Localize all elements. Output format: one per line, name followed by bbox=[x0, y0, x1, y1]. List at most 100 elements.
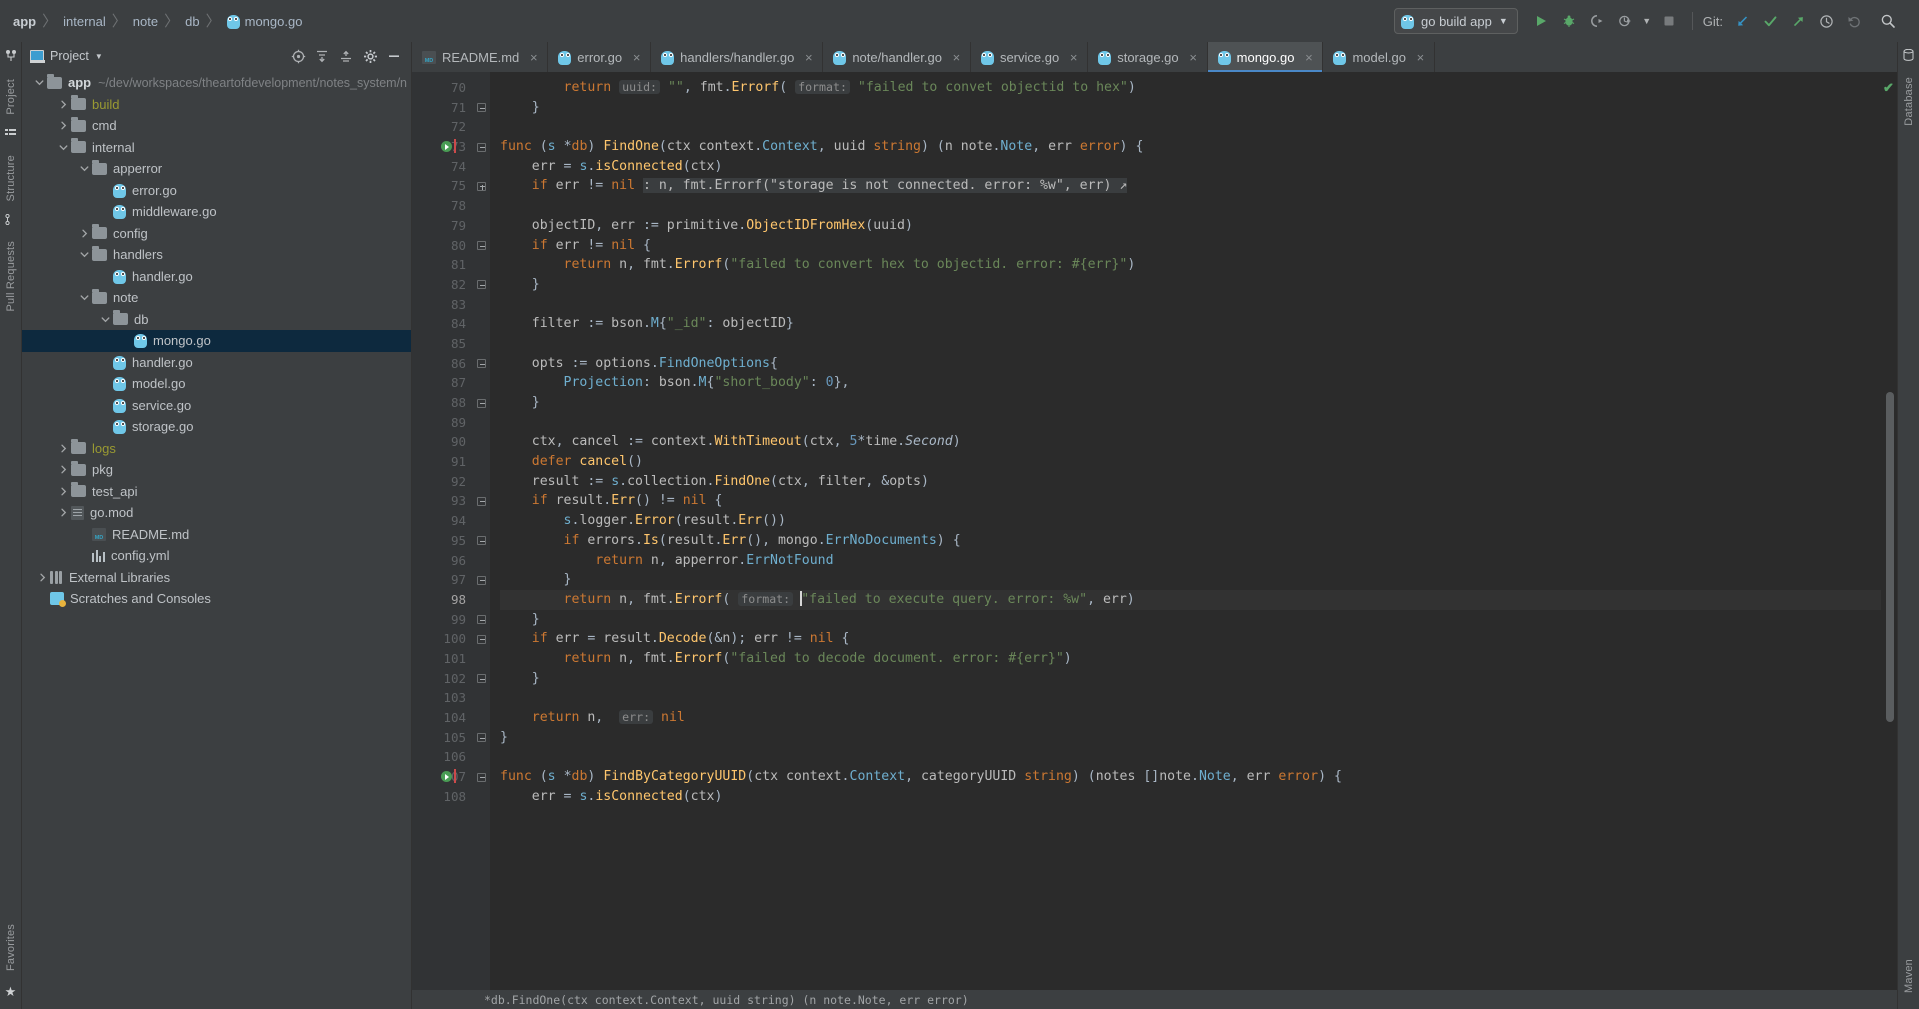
debug-button[interactable] bbox=[1556, 8, 1582, 34]
stripe-item-structure[interactable]: Structure bbox=[5, 155, 17, 201]
stripe-item-favorites[interactable]: Favorites bbox=[5, 924, 17, 971]
tree-node-test-api[interactable]: test_api bbox=[22, 481, 411, 503]
structure-icon[interactable] bbox=[5, 128, 16, 142]
line-number[interactable]: 83 bbox=[412, 295, 474, 315]
close-icon[interactable]: × bbox=[1302, 50, 1315, 65]
code-line[interactable]: err = s.isConnected(ctx) bbox=[500, 787, 1881, 807]
code-line[interactable]: if err != nil { bbox=[500, 236, 1881, 256]
code-line[interactable] bbox=[500, 747, 1881, 767]
fold-expand-icon[interactable] bbox=[477, 181, 486, 191]
chevron-right-icon[interactable] bbox=[55, 508, 71, 517]
line-number[interactable]: 70 bbox=[412, 78, 474, 98]
code-line[interactable]: if err = result.Decode(&n); err != nil { bbox=[500, 629, 1881, 649]
tree-node-error-go[interactable]: error.go bbox=[22, 180, 411, 202]
pull-requests-icon[interactable] bbox=[5, 213, 16, 228]
line-number[interactable]: 106 bbox=[412, 747, 474, 767]
code-line[interactable]: if errors.Is(result.Err(), mongo.ErrNoDo… bbox=[500, 531, 1881, 551]
code-line[interactable]: } bbox=[500, 393, 1881, 413]
project-structure-toggle-icon[interactable] bbox=[5, 49, 17, 66]
tree-node-cmd[interactable]: cmd bbox=[22, 115, 411, 137]
editor-tab-service-go[interactable]: service.go × bbox=[971, 42, 1089, 72]
database-icon[interactable] bbox=[1903, 48, 1914, 64]
stripe-item-maven[interactable]: Maven bbox=[1903, 959, 1915, 993]
tree-node-apperror[interactable]: apperror bbox=[22, 158, 411, 180]
star-icon[interactable]: ★ bbox=[5, 984, 17, 1000]
editor-tab-readme-md[interactable]: README.md × bbox=[412, 42, 549, 72]
breadcrumb-item-note[interactable]: note bbox=[130, 12, 161, 31]
code-line[interactable] bbox=[500, 117, 1881, 137]
code-line[interactable]: defer cancel() bbox=[500, 452, 1881, 472]
code-line[interactable]: return n, fmt.Errorf( format: "failed to… bbox=[500, 589, 1881, 610]
line-number[interactable]: 73 bbox=[412, 137, 474, 157]
line-number[interactable]: 86 bbox=[412, 354, 474, 374]
fold-collapse-icon[interactable] bbox=[477, 359, 486, 369]
line-number[interactable]: 89 bbox=[412, 413, 474, 433]
line-number[interactable]: 101 bbox=[412, 649, 474, 669]
code-line[interactable]: objectID, err := primitive.ObjectIDFromH… bbox=[500, 216, 1881, 236]
chevron-down-icon[interactable] bbox=[76, 250, 92, 259]
fold-collapse-icon[interactable] bbox=[477, 575, 486, 585]
stripe-item-pull-requests[interactable]: Pull Requests bbox=[5, 241, 17, 311]
collapse-all-icon[interactable] bbox=[335, 45, 357, 67]
search-everywhere-icon[interactable] bbox=[1875, 8, 1901, 34]
chevron-right-icon[interactable] bbox=[34, 573, 50, 582]
chevron-right-icon[interactable] bbox=[55, 487, 71, 496]
tree-node-build[interactable]: build bbox=[22, 94, 411, 116]
code-line[interactable]: s.logger.Error(result.Err()) bbox=[500, 511, 1881, 531]
tree-node-model-go[interactable]: model.go bbox=[22, 373, 411, 395]
code-line[interactable]: filter := bson.M{"_id": objectID} bbox=[500, 314, 1881, 334]
fold-collapse-icon[interactable] bbox=[477, 398, 486, 408]
fold-collapse-icon[interactable] bbox=[477, 142, 486, 152]
profile-button[interactable] bbox=[1612, 8, 1638, 34]
hide-panel-icon[interactable] bbox=[383, 45, 405, 67]
git-update-icon[interactable] bbox=[1729, 8, 1755, 34]
line-number[interactable]: 92 bbox=[412, 472, 474, 492]
code-line[interactable]: } bbox=[500, 275, 1881, 295]
editor-tab-handlers-handler-go[interactable]: handlers/handler.go × bbox=[651, 42, 824, 72]
breadcrumb-item-mongo-go[interactable]: mongo.go bbox=[224, 12, 306, 31]
close-icon[interactable]: × bbox=[1067, 50, 1080, 65]
code-line[interactable] bbox=[500, 196, 1881, 216]
tree-node-scratches-and-consoles[interactable]: Scratches and Consoles bbox=[22, 588, 411, 610]
code-line[interactable]: } bbox=[500, 570, 1881, 590]
run-button[interactable] bbox=[1528, 8, 1554, 34]
code-text-area[interactable]: return uuid: "", fmt.Errorf( format: "fa… bbox=[490, 72, 1881, 990]
line-number[interactable]: 75 bbox=[412, 176, 474, 196]
close-icon[interactable]: × bbox=[1414, 50, 1427, 65]
close-icon[interactable]: × bbox=[1187, 50, 1200, 65]
tree-node-handlers[interactable]: handlers bbox=[22, 244, 411, 266]
project-tree[interactable]: app ~/dev/workspaces/theartofdevelopment/… bbox=[22, 70, 411, 1009]
tree-node-handler-go[interactable]: handler.go bbox=[22, 352, 411, 374]
fold-collapse-icon[interactable] bbox=[477, 241, 486, 250]
fold-collapse-icon[interactable] bbox=[477, 634, 486, 644]
line-number[interactable]: 104 bbox=[412, 708, 474, 728]
close-icon[interactable]: × bbox=[950, 50, 963, 65]
line-number[interactable]: 108 bbox=[412, 787, 474, 807]
line-number[interactable]: 94 bbox=[412, 511, 474, 531]
line-number-gutter[interactable]: 70 71 72 73 74 75 78 79 80 81 82 83 84 85 86 87 88 89 90 91… bbox=[412, 72, 474, 990]
tree-node-go-mod[interactable]: go.mod bbox=[22, 502, 411, 524]
line-number[interactable]: 88 bbox=[412, 393, 474, 413]
chevron-down-icon[interactable] bbox=[76, 293, 92, 302]
code-line[interactable]: func (s *db) FindByCategoryUUID(ctx cont… bbox=[500, 767, 1881, 787]
fold-collapse-icon[interactable] bbox=[477, 536, 486, 546]
stripe-item-project[interactable]: Project bbox=[5, 79, 17, 115]
editor-tabbar[interactable]: README.md×error.go×handlers/handler.go×n… bbox=[412, 42, 1897, 72]
chevron-right-icon[interactable] bbox=[76, 229, 92, 238]
fold-collapse-icon[interactable] bbox=[477, 280, 486, 290]
fold-collapse-icon[interactable] bbox=[477, 615, 486, 625]
breadcrumb-item-app[interactable]: app bbox=[10, 12, 39, 31]
code-line[interactable]: ctx, cancel := context.WithTimeout(ctx, … bbox=[500, 432, 1881, 452]
line-number[interactable]: 105 bbox=[412, 728, 474, 748]
tree-node-config[interactable]: config bbox=[22, 223, 411, 245]
tree-node-storage-go[interactable]: storage.go bbox=[22, 416, 411, 438]
code-line[interactable] bbox=[500, 295, 1881, 315]
fold-collapse-icon[interactable] bbox=[477, 103, 486, 113]
git-rollback-icon[interactable] bbox=[1841, 8, 1867, 34]
chevron-right-icon[interactable] bbox=[55, 121, 71, 130]
chevron-down-icon[interactable]: ▼ bbox=[95, 52, 103, 61]
breadcrumb-item-db[interactable]: db bbox=[182, 12, 202, 31]
code-line[interactable] bbox=[500, 413, 1881, 433]
error-stripe-marker[interactable]: ✔ bbox=[1881, 72, 1897, 990]
chevron-right-icon[interactable] bbox=[55, 100, 71, 109]
